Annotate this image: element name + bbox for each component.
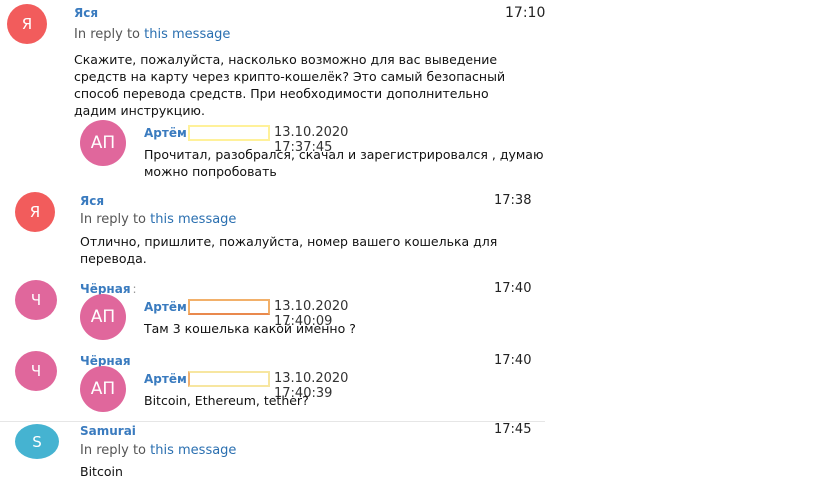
avatar[interactable]: Ч [15,351,57,391]
quote-text: Там 3 кошелька какой именно ? [144,321,356,336]
message-time: 17:10 [505,5,546,21]
avatar[interactable]: Я [7,4,47,44]
reply-link[interactable]: this message [150,212,236,227]
redacted-surname [188,125,270,141]
message-time: 17:38 [494,193,532,208]
sender-name[interactable]: Яся [80,194,104,208]
message-text: Скажите, пожалуйста, насколько возможно … [74,52,506,118]
message-time: 17:40 [494,353,532,368]
avatar[interactable]: S [15,424,59,459]
sender-name[interactable]: Яся [74,6,98,20]
avatar[interactable]: Я [15,192,55,232]
reply-prefix: In reply to [80,443,147,458]
quote-avatar[interactable]: АП [80,294,126,340]
quote-sender-name[interactable]: Артём [144,126,187,140]
reply-prefix: In reply to [80,212,147,227]
redacted-surname [188,371,270,387]
redacted-surname [188,299,270,315]
reply-link[interactable]: this message [150,443,236,458]
reply-prefix: In reply to [74,27,141,42]
quote-sender-name[interactable]: Артём [144,300,187,314]
message-text: Bitcoin [80,464,123,479]
reply-indicator: In reply to this message [80,212,236,227]
quote-sender-name[interactable]: Артём [144,372,187,386]
more-dots: : [132,282,137,296]
quote-avatar[interactable]: АП [80,120,126,166]
reply-link[interactable]: this message [144,27,230,42]
quote-text: Прочитал, разобрался, скачал и зарегистр… [144,147,544,179]
avatar[interactable]: Ч [15,280,57,320]
message-time: 17:45 [494,422,532,437]
message-divider [0,421,545,422]
message-text: Отлично, пришлите, пожалуйста, номер ваш… [80,234,498,266]
quote-avatar[interactable]: АП [80,366,126,412]
reply-indicator: In reply to this message [80,443,236,458]
reply-indicator: In reply to this message [74,27,230,42]
sender-name[interactable]: Samurai [80,424,136,438]
quote-text: Bitcoin, Ethereum, tether? [144,393,309,408]
message-time: 17:40 [494,281,532,296]
